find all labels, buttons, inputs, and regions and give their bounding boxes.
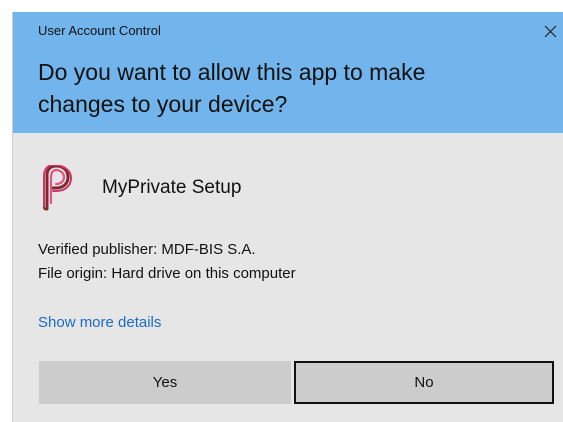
dialog-header: User Account Control Do you want to allo… (13, 12, 563, 133)
app-details: Verified publisher: MDF-BIS S.A. File or… (38, 238, 296, 286)
no-button[interactable]: No (294, 361, 554, 404)
close-button[interactable] (536, 18, 563, 44)
show-more-details-link[interactable]: Show more details (38, 314, 161, 331)
close-icon (544, 25, 556, 37)
yes-button[interactable]: Yes (39, 361, 291, 404)
paperclip-p-icon (43, 165, 72, 211)
app-name: MyPrivate Setup (102, 177, 242, 198)
uac-dialog: User Account Control Do you want to allo… (12, 12, 563, 422)
file-origin-text: File origin: Hard drive on this computer (38, 265, 296, 282)
app-info-row: MyPrivate Setup (38, 165, 241, 211)
dialog-title: User Account Control (38, 23, 161, 38)
dialog-question: Do you want to allow this app to make ch… (38, 59, 426, 117)
publisher-text: Verified publisher: MDF-BIS S.A. (38, 241, 256, 258)
